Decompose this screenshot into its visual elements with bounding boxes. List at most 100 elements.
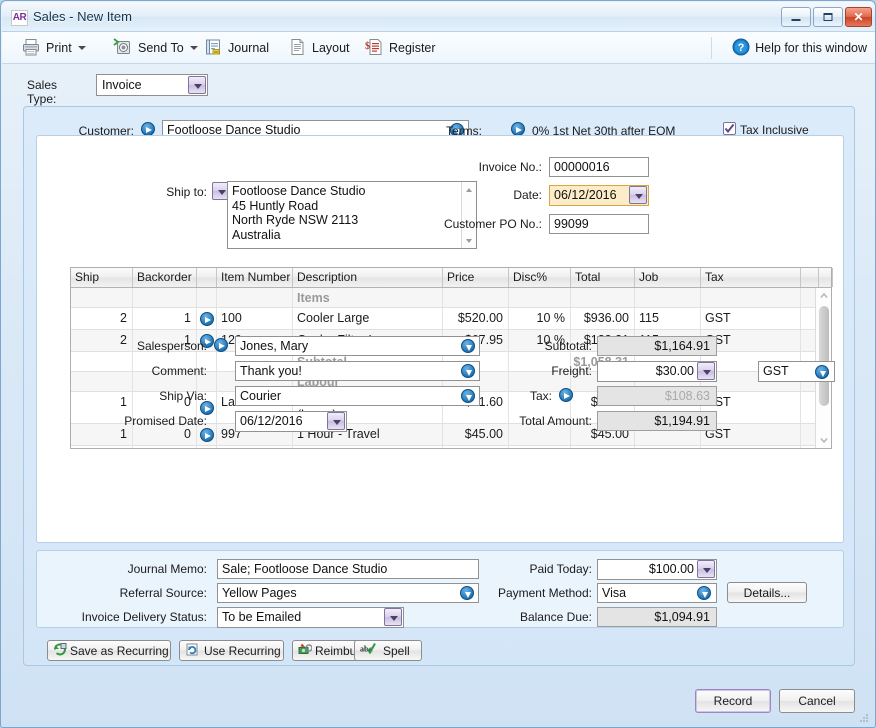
salesperson-picker-icon[interactable] — [461, 339, 475, 353]
table-cell[interactable]: $936.00 — [571, 308, 635, 329]
ship-via-field[interactable]: Courier — [235, 386, 480, 406]
freight-calculator-icon[interactable] — [697, 362, 715, 380]
comment-picker-icon[interactable] — [461, 364, 475, 378]
table-cell[interactable]: 115 — [635, 308, 701, 329]
table-cell[interactable] — [443, 446, 509, 448]
table-cell[interactable] — [71, 446, 133, 448]
table-cell[interactable]: 1 — [133, 308, 197, 329]
calendar-dropdown-icon[interactable] — [629, 186, 647, 204]
customer-drilldown-arrow-icon[interactable] — [141, 122, 155, 136]
date-field[interactable]: 06/12/2016 — [549, 185, 649, 206]
save-as-recurring-button[interactable]: Save as Recurring — [47, 640, 171, 661]
chevron-down-icon[interactable] — [384, 608, 402, 626]
row-drilldown-arrow-icon[interactable] — [200, 428, 214, 442]
table-cell[interactable]: GST — [701, 308, 801, 329]
row-drilldown-arrow-icon[interactable] — [200, 401, 214, 415]
table-cell[interactable] — [197, 288, 217, 307]
cancel-button[interactable]: Cancel — [779, 689, 855, 713]
spell-button[interactable]: ab c Spell — [354, 640, 422, 661]
table-row[interactable]: Subtotal $106.60 — [71, 446, 819, 448]
table-cell[interactable]: Subtotal — [293, 446, 443, 448]
invoice-delivery-status-field[interactable]: To be Emailed — [217, 607, 404, 628]
freight-tax-picker-icon[interactable] — [815, 365, 829, 379]
scroll-down-icon[interactable] — [817, 434, 831, 446]
details-button[interactable]: Details... — [727, 582, 807, 603]
table-cell[interactable] — [443, 288, 509, 307]
table-cell[interactable] — [635, 446, 701, 448]
resize-grip[interactable] — [859, 712, 869, 722]
table-cell[interactable] — [71, 288, 133, 307]
table-cell[interactable] — [133, 288, 197, 307]
toolbar-register-button[interactable]: $ Register — [359, 35, 441, 61]
table-cell[interactable] — [509, 446, 571, 448]
paid-today-field[interactable]: $100.00 — [597, 559, 717, 580]
table-cell[interactable] — [197, 446, 217, 448]
grid-column-header[interactable]: Total — [571, 268, 635, 287]
toolbar-print-button[interactable]: Print — [16, 35, 91, 61]
grid-column-header[interactable] — [819, 268, 833, 287]
grid-scroll-thumb[interactable] — [819, 306, 829, 406]
grid-column-header[interactable]: Price — [443, 268, 509, 287]
table-row[interactable]: Items — [71, 288, 819, 308]
referral-source-field[interactable]: Yellow Pages — [217, 583, 479, 603]
tax-inclusive-checkbox[interactable] — [723, 122, 736, 135]
grid-column-header[interactable]: Tax — [701, 268, 801, 287]
use-recurring-button[interactable]: Use Recurring — [179, 640, 284, 661]
salesperson-drilldown-arrow-icon[interactable] — [214, 338, 228, 352]
table-cell[interactable] — [571, 288, 635, 307]
tax-drilldown-arrow-icon[interactable] — [559, 388, 573, 402]
grid-column-header[interactable] — [197, 268, 217, 287]
promised-date-field[interactable]: 06/12/2016 — [235, 411, 347, 432]
table-cell[interactable] — [509, 288, 571, 307]
journal-memo-field[interactable]: Sale; Footloose Dance Studio — [217, 559, 479, 579]
table-cell[interactable] — [701, 446, 801, 448]
chevron-down-icon[interactable] — [188, 76, 206, 94]
calendar-dropdown-icon[interactable] — [327, 412, 345, 430]
record-button[interactable]: Record — [695, 689, 771, 713]
invoice-no-field[interactable]: 00000016 — [549, 157, 649, 177]
sales-type-select[interactable]: Invoice — [96, 74, 208, 96]
grid-column-header[interactable]: Disc% — [509, 268, 571, 287]
grid-column-header[interactable]: Backorder — [133, 268, 197, 287]
table-cell[interactable]: $106.60 — [571, 446, 635, 448]
terms-drilldown-arrow-icon[interactable] — [511, 122, 525, 136]
customer-po-field[interactable]: 99099 — [549, 214, 649, 234]
table-cell[interactable]: $520.00 — [443, 308, 509, 329]
salesperson-field[interactable]: Jones, Mary — [235, 336, 480, 356]
table-cell[interactable]: Cooler Large — [293, 308, 443, 329]
table-cell[interactable]: 2 — [71, 308, 133, 329]
row-drilldown-arrow-icon[interactable] — [200, 312, 214, 326]
table-row[interactable]: 2 1 100 Cooler Large $520.00 10 % $936.00 115 GS… — [71, 308, 819, 330]
scroll-down-icon[interactable] — [462, 234, 476, 248]
maximize-button[interactable] — [813, 7, 843, 27]
table-cell[interactable] — [197, 308, 217, 329]
table-cell[interactable] — [701, 288, 801, 307]
payment-method-picker-icon[interactable] — [697, 586, 711, 600]
table-cell[interactable] — [217, 288, 293, 307]
table-cell[interactable]: 10 % — [509, 308, 571, 329]
toolbar-layout-button[interactable]: Layout — [282, 35, 355, 61]
grid-column-header[interactable]: Item Number — [217, 268, 293, 287]
toolbar-send-to-button[interactable]: Send To — [108, 35, 203, 61]
help-for-this-window-button[interactable]: ? Help for this window — [732, 36, 867, 60]
table-cell[interactable] — [217, 446, 293, 448]
table-cell[interactable]: Items — [293, 288, 443, 307]
table-cell[interactable] — [133, 446, 197, 448]
grid-column-header[interactable]: Ship — [71, 268, 133, 287]
paid-today-calculator-icon[interactable] — [697, 560, 715, 578]
title-bar[interactable]: AR Sales - New Item ✕ — [2, 2, 875, 32]
minimize-button[interactable] — [781, 7, 811, 27]
grid-column-header[interactable]: Description — [293, 268, 443, 287]
ship-via-picker-icon[interactable] — [461, 389, 475, 403]
close-button[interactable]: ✕ — [845, 7, 872, 27]
table-cell[interactable] — [635, 288, 701, 307]
payment-method-field[interactable]: Visa — [597, 583, 717, 603]
table-cell[interactable]: 100 — [217, 308, 293, 329]
scroll-up-icon[interactable] — [817, 290, 831, 302]
freight-field[interactable]: $30.00 — [597, 361, 717, 382]
freight-tax-code-field[interactable]: GST — [758, 361, 835, 382]
grid-column-header[interactable] — [801, 268, 819, 287]
grid-column-header[interactable]: Job — [635, 268, 701, 287]
comment-field[interactable]: Thank you! — [235, 361, 480, 381]
toolbar-journal-button[interactable]: Journal — [198, 35, 274, 61]
